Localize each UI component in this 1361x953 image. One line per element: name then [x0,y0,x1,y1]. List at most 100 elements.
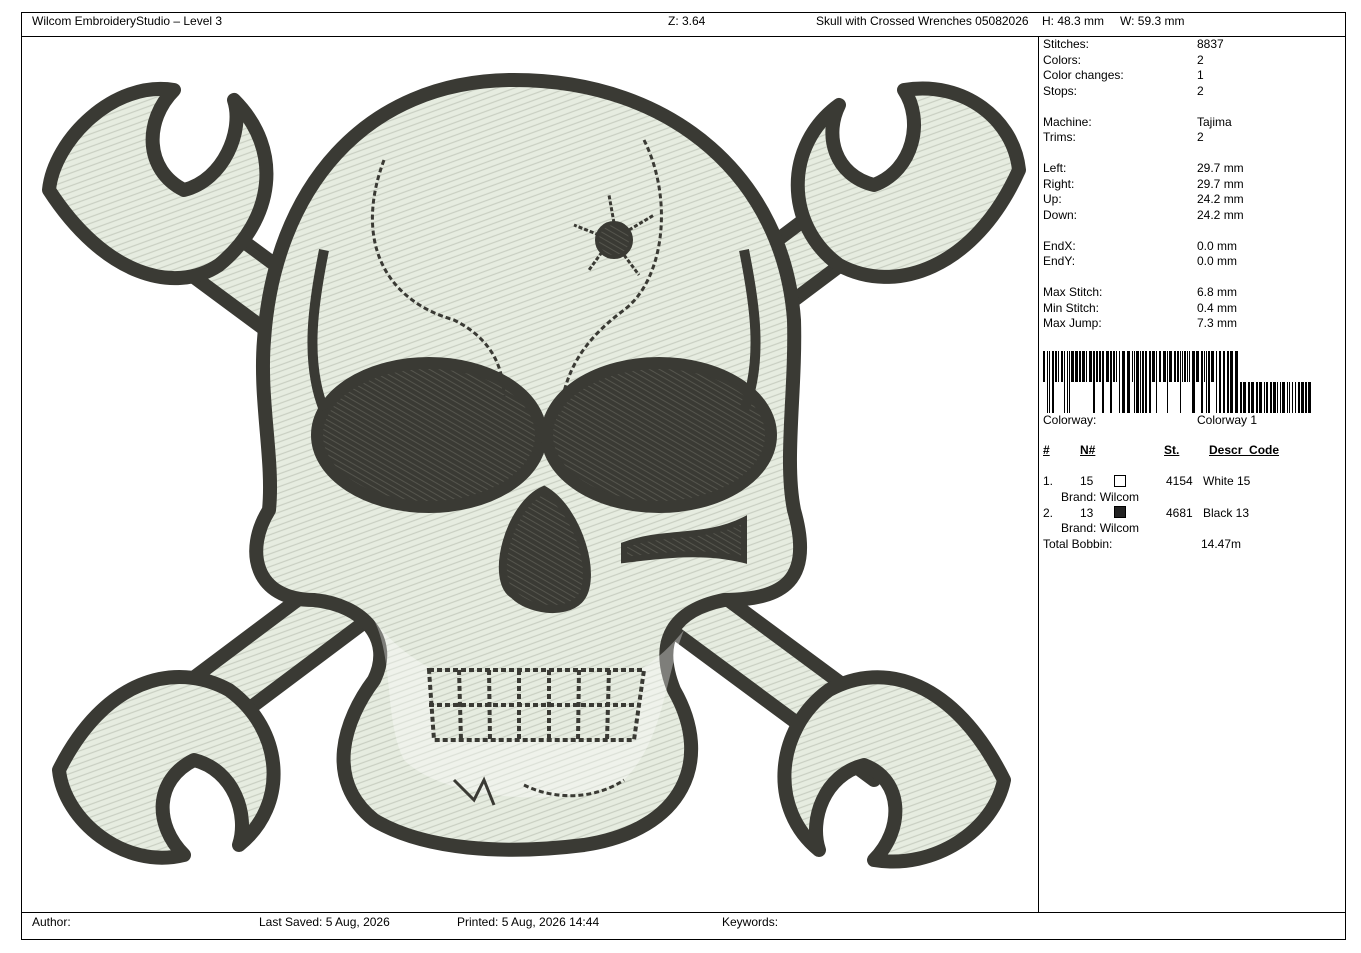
total-bobbin-value: 14.47m [1201,537,1242,551]
design-height: H: 48.3 mm [1042,14,1105,28]
barcode-bar [1223,351,1225,413]
info-panel-divider [1038,36,1039,913]
stat-label: Down: [1043,207,1078,222]
barcode-bar [1180,351,1181,413]
row2-brand: Brand: Wilcom [1061,521,1140,535]
row2-stitches: 4681 [1166,506,1193,520]
barcode-bar [1134,351,1135,413]
stat-label: Trims: [1043,130,1076,144]
design-width: W: 59.3 mm [1120,14,1185,28]
left-eye-socket [311,357,547,513]
barcode-bar [1211,351,1214,382]
barcode-bar [1152,351,1155,382]
barcode-bar [1047,351,1048,413]
barcode-bar [1187,351,1188,382]
barcode-bar [1292,382,1293,413]
barcode-bar [1132,351,1133,382]
barcode-bar [1075,351,1078,382]
barcode-bar [1289,382,1290,413]
stat-label: Color changes: [1043,68,1124,82]
row1-brand: Brand: Wilcom [1061,490,1140,504]
barcode-bar [1122,351,1125,413]
barcode-bar [1159,351,1161,382]
zoom-level: Z: 3.64 [668,14,706,28]
barcode-bar [1206,351,1207,413]
barcode-bar [1305,382,1307,413]
stat-value: 24.2 mm [1197,207,1244,222]
barcode-bar [1113,351,1115,382]
barcode-bar [1055,351,1057,382]
barcode-bar [1136,351,1139,413]
barcode-bar [1201,351,1203,413]
barcode-bar [1163,351,1166,382]
barcode-bar [1189,351,1190,382]
stat-value: 2 [1197,83,1204,98]
stat-value: 29.7 mm [1197,176,1244,191]
stat-label: Left: [1043,161,1067,175]
barcode-bar [1235,351,1238,413]
stat-label: Max Stitch: [1043,285,1103,299]
barcode-bar [1116,351,1117,382]
stat-value: 6.8 mm [1197,285,1238,299]
barcode-bar [1287,382,1288,413]
barcode-bar [1142,351,1144,413]
app-title: Wilcom EmbroideryStudio – Level 3 [32,14,223,28]
stat-label: EndX: [1043,238,1076,253]
stat-label: Right: [1043,176,1075,191]
right-eye-socket [541,357,777,513]
barcode-bar [1064,351,1065,413]
row1-descr: White 15 [1203,474,1251,488]
stat-label: Up: [1043,192,1062,206]
barcode-bar [1295,382,1296,413]
stat-label: Stops: [1043,83,1078,98]
barcode-bar [1110,351,1112,413]
row1-index: 1. [1043,474,1054,488]
stat-value: 24.2 mm [1197,192,1244,206]
barcode-bar [1259,382,1262,413]
colorway-label: Colorway: [1043,413,1097,427]
barcode-bar [1264,382,1265,413]
barcode-bar [1067,351,1068,413]
barcode-bar [1167,351,1168,413]
col-header-stitches: St. [1164,443,1180,457]
barcode-bar [1156,351,1157,413]
barcode-bar [1196,351,1199,382]
colorway-value: Colorway 1 [1197,413,1258,427]
barcode-bar [1301,382,1304,413]
barcode-bar [1308,382,1311,413]
barcode-bar [1052,351,1054,413]
barcode-bar [1208,351,1210,413]
barcode-bar [1089,351,1092,382]
barcode-bar [1216,351,1217,413]
stat-value: 29.7 mm [1197,161,1244,175]
barcode-bar [1106,351,1109,382]
row2-descr: Black 13 [1203,506,1250,520]
barcode-bar [1240,382,1242,413]
stat-value: 0.4 mm [1197,300,1238,315]
barcode-bar [1273,382,1276,413]
stat-value: 2 [1197,52,1204,67]
barcode-bar [1099,351,1101,382]
barcode-bar [1251,382,1254,413]
barcode-bar [1169,351,1172,382]
design-name: Skull with Crossed Wrenches 05082026 [816,14,1029,28]
barcode-bar [1282,382,1285,413]
total-bobbin-label: Total Bobbin: [1043,537,1113,551]
barcode-bar [1071,351,1074,382]
printed-date: Printed: 5 Aug, 2026 14:44 [457,915,600,929]
row2-index: 2. [1043,506,1054,520]
barcode-bar [1149,351,1151,413]
barcode-bar [1174,351,1176,382]
row1-color-swatch [1114,475,1126,487]
barcode-bar [1061,351,1063,382]
col-header-number: # [1043,443,1050,457]
stat-value: 0.0 mm [1197,254,1238,268]
bullet-hole-icon [595,221,633,259]
stat-value: Tajima [1197,114,1232,129]
barcode-bar [1177,351,1179,382]
barcode-bar [1093,351,1095,413]
stat-label: Stitches: [1043,37,1090,51]
stat-value: 0.0 mm [1197,238,1238,253]
barcode-bar [1270,382,1272,413]
barcode-bar [1182,351,1183,382]
